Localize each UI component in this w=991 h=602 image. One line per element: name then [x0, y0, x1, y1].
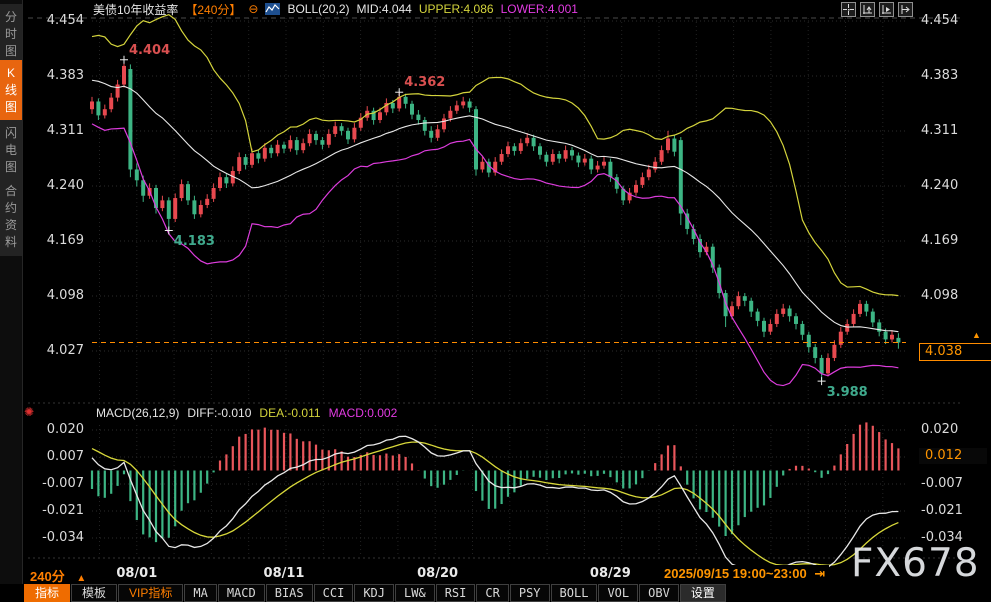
- toolbar-tab-14[interactable]: VOL: [598, 584, 638, 602]
- macd-y-tick-left: 0.020: [26, 422, 84, 437]
- price-arrow-icon: ▲: [972, 330, 981, 340]
- goto-latest-icon[interactable]: [898, 2, 913, 17]
- sidebar-tab-4[interactable]: 合约资料: [0, 178, 22, 256]
- toolbar-tab-11[interactable]: CR: [476, 584, 508, 602]
- kline-chart-icon: [265, 3, 280, 15]
- current-candle-datetime: 2025/09/15 19:00~23:00 ⇥: [660, 565, 829, 583]
- toolbar-tab-6[interactable]: BIAS: [266, 584, 313, 602]
- sidebar: 分时图K线图闪电图合约资料: [0, 0, 23, 602]
- timeframe-arrow-icon: ▲: [76, 573, 86, 584]
- datetime-text: 2025/09/15 19:00~23:00: [664, 566, 807, 581]
- crosshair-icon[interactable]: [841, 2, 856, 17]
- toolbar-tab-8[interactable]: KDJ: [354, 584, 394, 602]
- macd-y-tick-left: -0.034: [26, 530, 84, 545]
- sidebar-tab-2[interactable]: K线图: [0, 60, 22, 121]
- toolbar-tab-15[interactable]: OBV: [639, 584, 679, 602]
- main-y-tick-left: 4.169: [26, 233, 84, 248]
- chart-plot[interactable]: [0, 0, 991, 602]
- extreme-price-annotation: 4.404: [129, 43, 170, 58]
- main-y-tick-left: 4.383: [26, 68, 84, 83]
- toolbar-tab-5[interactable]: MACD: [218, 584, 265, 602]
- period-label[interactable]: 【240分】: [185, 1, 241, 18]
- current-price-badge: 4.038: [919, 343, 991, 361]
- main-y-tick-right: 4.098: [921, 288, 985, 303]
- macd-header: MACD(26,12,9) DIFF:-0.010 DEA:-0.011 MAC…: [22, 404, 922, 421]
- x-axis-date: 08/20: [417, 566, 458, 581]
- macd-value-badge: 0.012: [919, 448, 987, 464]
- toolbar-tab-4[interactable]: MA: [184, 584, 216, 602]
- toolbar-tab-7[interactable]: CCI: [314, 584, 354, 602]
- toolbar-tab-10[interactable]: RSI: [436, 584, 476, 602]
- macd-macd-value: MACD:0.002: [329, 406, 398, 420]
- macd-y-tick-left: -0.021: [26, 503, 84, 518]
- collapse-icon[interactable]: ⊖: [248, 2, 258, 16]
- macd-y-tick-left: -0.007: [26, 476, 84, 491]
- extreme-price-annotation: 4.362: [404, 75, 445, 90]
- toolbar-tab-13[interactable]: BOLL: [551, 584, 598, 602]
- extreme-price-annotation: 3.988: [827, 385, 868, 400]
- indicator-toolbar: 指标模板VIP指标MAMACDBIASCCIKDJLW&RSICRPSYBOLL…: [0, 584, 991, 602]
- main-y-tick-right: 4.240: [921, 178, 985, 193]
- main-y-tick-left: 4.240: [26, 178, 84, 193]
- x-axis-date: 08/01: [116, 566, 157, 581]
- boll-label: BOLL(20,2): [287, 2, 349, 16]
- x-axis-date: 08/29: [590, 566, 631, 581]
- macd-label: MACD(26,12,9): [96, 406, 179, 420]
- toolbar-tab-16[interactable]: 设置: [680, 584, 726, 602]
- macd-diff-value: DIFF:-0.010: [187, 406, 251, 420]
- boll-upper-value: UPPER:4.086: [419, 2, 494, 16]
- macd-y-tick-right: -0.007: [921, 476, 985, 491]
- app-window: 分时图K线图闪电图合约资料 美债10年收益率 【240分】 ⊖ BOLL(20,…: [0, 0, 991, 602]
- timeframe-label[interactable]: 240分 ▲: [30, 566, 86, 585]
- timeframe-text: 240分: [30, 569, 65, 584]
- main-y-tick-right: 4.383: [921, 68, 985, 83]
- brand-watermark: FX678: [851, 541, 980, 586]
- sidebar-tab-3[interactable]: 闪电图: [0, 120, 22, 181]
- extreme-price-annotation: 4.183: [174, 234, 215, 249]
- main-y-tick-left: 4.311: [26, 123, 84, 138]
- macd-y-tick-left: 0.007: [26, 449, 84, 464]
- macd-y-tick-right: -0.021: [921, 503, 985, 518]
- boll-lower-value: LOWER:4.001: [501, 2, 578, 16]
- instrument-title: 美债10年收益率: [93, 1, 178, 18]
- main-y-tick-right: 4.311: [921, 123, 985, 138]
- toolbar-tab-2[interactable]: 模板: [71, 584, 117, 602]
- macd-y-tick-right: 0.020: [921, 422, 985, 437]
- x-axis-date: 08/11: [264, 566, 305, 581]
- main-y-tick-left: 4.027: [26, 343, 84, 358]
- toolbar-tab-1[interactable]: 指标: [24, 584, 70, 602]
- toolbar-tab-3[interactable]: VIP指标: [118, 584, 183, 602]
- scale-y-axis-icon[interactable]: [860, 2, 875, 17]
- toolbar-tab-9[interactable]: LW&: [395, 584, 435, 602]
- boll-mid-value: MID:4.044: [357, 2, 412, 16]
- sidebar-tab-1[interactable]: 分时图: [0, 4, 22, 65]
- header-toolbar: [837, 2, 913, 17]
- toolbar-tab-12[interactable]: PSY: [510, 584, 550, 602]
- main-y-tick-left: 4.098: [26, 288, 84, 303]
- scale-x-axis-icon[interactable]: [879, 2, 894, 17]
- main-y-tick-right: 4.169: [921, 233, 985, 248]
- macd-dea-value: DEA:-0.011: [259, 406, 320, 420]
- goto-latest-glyph[interactable]: ⇥: [814, 566, 825, 581]
